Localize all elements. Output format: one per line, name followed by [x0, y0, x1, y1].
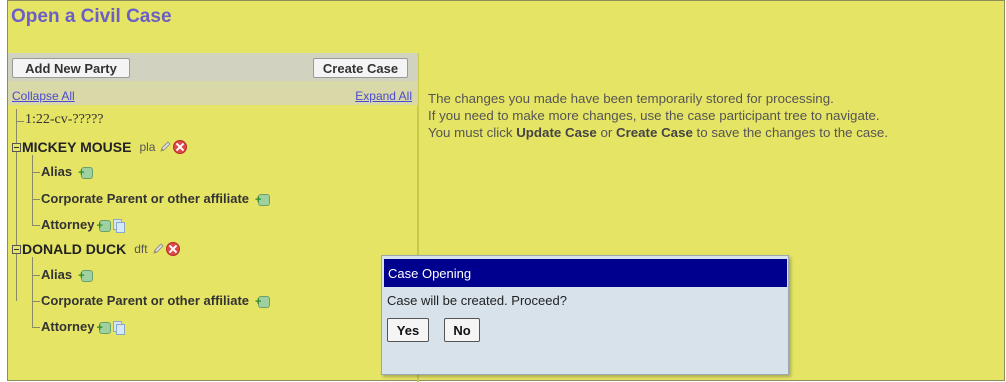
tree-connector	[16, 109, 17, 121]
alias-label[interactable]: Alias	[41, 164, 72, 179]
alias-node[interactable]: Alias +	[41, 164, 94, 179]
tree-connector	[32, 172, 40, 173]
create-case-button[interactable]: Create Case	[313, 58, 408, 78]
party-node-donald-duck[interactable]: DONALD DUCK dft	[12, 241, 180, 257]
case-opening-dialog: Case Opening Case will be created. Proce…	[381, 255, 789, 375]
attorney-label[interactable]: Attorney	[41, 217, 94, 232]
tree-connector	[16, 121, 24, 122]
delete-icon[interactable]	[173, 140, 188, 154]
collapse-all-link[interactable]: Collapse All	[12, 89, 75, 103]
party-node-mickey-mouse[interactable]: MICKEY MOUSE pla	[12, 139, 188, 155]
tree-connector	[32, 155, 33, 225]
dialog-message: Case will be created. Proceed?	[387, 293, 567, 308]
corporate-parent-node[interactable]: Corporate Parent or other affiliate +	[41, 293, 271, 308]
tree-connector	[32, 257, 33, 327]
info-message: The changes you made have been temporari…	[428, 90, 888, 141]
expand-all-link[interactable]: Expand All	[355, 89, 412, 103]
dialog-title[interactable]: Case Opening	[384, 259, 787, 287]
alias-label[interactable]: Alias	[41, 267, 72, 282]
info-line-1: The changes you made have been temporari…	[428, 91, 834, 106]
add-person-icon[interactable]: +	[255, 295, 271, 308]
tree-connector	[32, 327, 40, 328]
case-number[interactable]: 1:22-cv-?????	[25, 112, 104, 128]
copy-icon[interactable]	[113, 218, 126, 233]
party-role: pla	[139, 140, 156, 154]
tree-connector	[32, 199, 40, 200]
party-name[interactable]: MICKEY MOUSE	[22, 139, 131, 155]
tree-connector	[32, 275, 40, 276]
no-button[interactable]: No	[444, 318, 480, 342]
party-name[interactable]: DONALD DUCK	[22, 241, 126, 257]
info-line-2: If you need to make more changes, use th…	[428, 108, 880, 123]
attorney-label[interactable]: Attorney	[41, 319, 94, 334]
tree-connector	[32, 301, 40, 302]
pencil-icon[interactable]	[152, 243, 164, 255]
tree-toolbar: Add New Party Create Case	[8, 53, 418, 81]
delete-icon[interactable]	[165, 242, 180, 256]
yes-button[interactable]: Yes	[387, 318, 429, 342]
participant-tree: 1:22-cv-????? MICKEY MOUSE pla Alias + C…	[8, 105, 418, 382]
add-person-icon[interactable]: +	[96, 219, 112, 232]
collapse-toggle-icon[interactable]	[12, 142, 21, 152]
participant-tree-pane: Add New Party Create Case Collapse All E…	[8, 53, 419, 382]
add-person-icon[interactable]: +	[96, 321, 112, 334]
party-role: dft	[134, 242, 148, 256]
collapse-toggle-icon[interactable]	[12, 244, 21, 254]
page-frame: Open a Civil Case Add New Party Create C…	[7, 0, 1005, 382]
page-title: Open a Civil Case	[11, 6, 172, 27]
add-person-icon[interactable]: +	[78, 269, 94, 282]
tree-links-row: Collapse All Expand All	[8, 81, 418, 105]
add-person-icon[interactable]: +	[255, 193, 271, 206]
info-line-3: You must click Update Case or Create Cas…	[428, 125, 889, 140]
copy-icon[interactable]	[113, 320, 126, 335]
corporate-parent-node[interactable]: Corporate Parent or other affiliate +	[41, 191, 271, 206]
add-person-icon[interactable]: +	[78, 166, 94, 179]
update-case-emphasis: Update Case	[516, 125, 597, 140]
create-case-emphasis: Create Case	[615, 125, 693, 140]
tree-connector	[32, 225, 40, 226]
corporate-parent-label[interactable]: Corporate Parent or other affiliate	[41, 191, 249, 206]
pencil-icon[interactable]	[159, 141, 172, 153]
corporate-parent-label[interactable]: Corporate Parent or other affiliate	[41, 293, 249, 308]
add-new-party-button[interactable]: Add New Party	[12, 58, 130, 78]
attorney-node[interactable]: Attorney +	[41, 319, 126, 335]
alias-node[interactable]: Alias +	[41, 267, 94, 282]
attorney-node[interactable]: Attorney +	[41, 217, 126, 233]
